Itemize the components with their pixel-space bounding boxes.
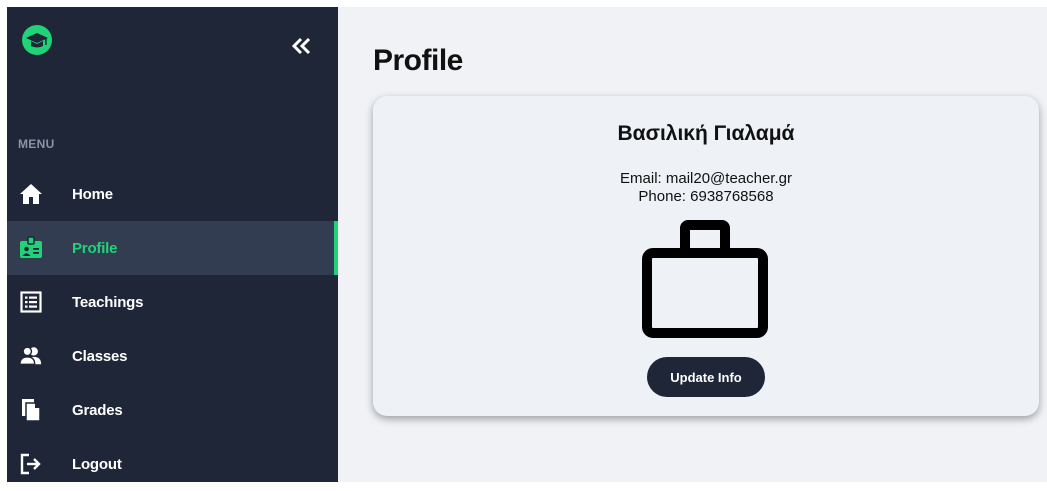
sidebar-item-label: Classes [72,347,128,365]
sidebar-item-profile[interactable]: Profile [7,221,338,275]
sidebar-item-teachings[interactable]: Teachings [7,275,338,329]
home-icon [19,182,43,206]
documents-icon [19,398,43,422]
sidebar-item-label: Profile [72,239,118,257]
sidebar-nav: Home Profile Teachings Classes Grades Lo… [7,167,338,491]
main-content: Profile Βασιλική Γιαλαμά Email: mail20@t… [338,7,1047,482]
graduation-cap-logo-icon[interactable] [21,24,53,56]
contact-info: Email: mail20@teacher.gr Phone: 69387685… [373,170,1039,206]
logout-icon [19,452,43,476]
profile-card: Βασιλική Γιαλαμά Email: mail20@teacher.g… [373,96,1039,416]
id-badge-icon [19,236,43,260]
menu-section-label: MENU [18,137,55,151]
sidebar-item-classes[interactable]: Classes [7,329,338,383]
email-text: Email: mail20@teacher.gr [620,170,792,187]
profile-name: Βασιλική Γιαλαμά [617,122,795,145]
sidebar-item-grades[interactable]: Grades [7,383,338,437]
collapse-sidebar-icon[interactable] [289,34,313,58]
sidebar: MENU Home Profile Teachings Classes Grad… [7,7,338,482]
update-info-button[interactable]: Update Info [647,357,765,397]
briefcase-icon [641,220,769,340]
sidebar-item-logout[interactable]: Logout [7,437,338,491]
users-icon [19,344,43,368]
list-box-icon [19,290,43,314]
page-title: Profile [373,44,463,77]
sidebar-item-home[interactable]: Home [7,167,338,221]
sidebar-item-label: Home [72,185,113,203]
phone-text: Phone: 6938768568 [638,188,774,205]
sidebar-item-label: Grades [72,401,123,419]
sidebar-item-label: Teachings [72,293,144,311]
sidebar-item-label: Logout [72,455,122,473]
